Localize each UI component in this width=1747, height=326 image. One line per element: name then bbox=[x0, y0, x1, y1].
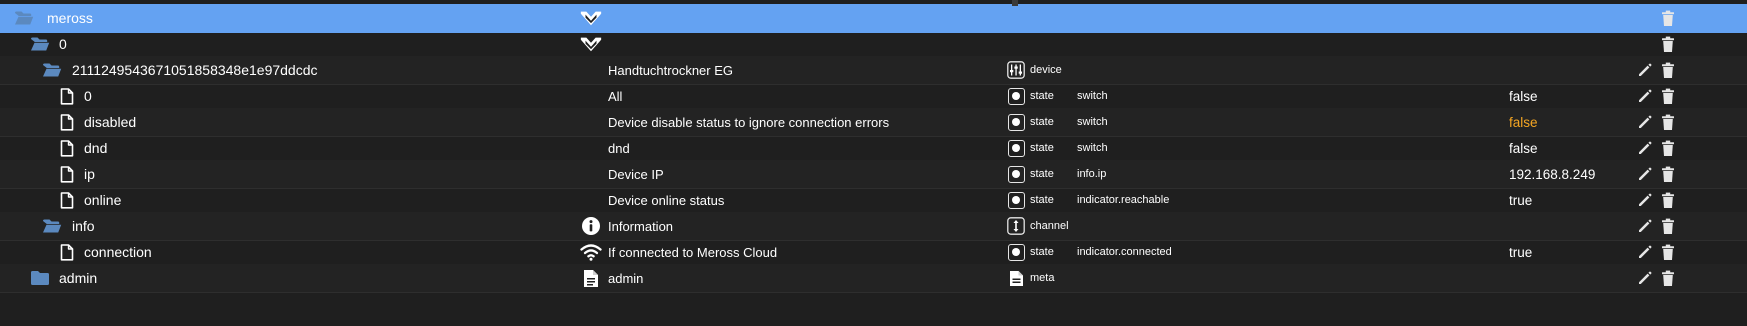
file-icon bbox=[60, 108, 80, 136]
channel-icon bbox=[1007, 212, 1025, 240]
object-name: admin bbox=[608, 270, 644, 286]
tree-row[interactable]: 0 All state switch false bbox=[0, 82, 1747, 111]
tree-row[interactable]: 0 bbox=[0, 30, 1747, 59]
object-id[interactable]: 0 bbox=[59, 30, 67, 58]
meross-logo-icon bbox=[580, 30, 602, 58]
object-type: device bbox=[1030, 64, 1062, 76]
object-id[interactable]: dnd bbox=[84, 134, 107, 162]
delete-trash-icon[interactable] bbox=[1659, 4, 1677, 32]
object-name: Handtuchtrockner EG bbox=[608, 62, 734, 78]
state-icon bbox=[1007, 160, 1025, 188]
object-value[interactable]: 192.168.8.249 bbox=[1509, 160, 1595, 188]
object-type: meta bbox=[1030, 272, 1055, 284]
delete-trash-icon[interactable] bbox=[1659, 160, 1677, 188]
edit-pencil-icon[interactable] bbox=[1636, 134, 1654, 162]
delete-trash-icon[interactable] bbox=[1659, 186, 1677, 214]
object-id[interactable]: info bbox=[72, 212, 95, 240]
object-id[interactable]: disabled bbox=[84, 108, 136, 136]
file-icon bbox=[60, 82, 80, 110]
object-type: state bbox=[1030, 90, 1054, 102]
object-name: Information bbox=[608, 218, 674, 234]
delete-trash-icon[interactable] bbox=[1659, 82, 1677, 110]
object-type: state bbox=[1030, 116, 1054, 128]
document-icon bbox=[580, 264, 602, 292]
object-type: state bbox=[1030, 246, 1054, 258]
object-value[interactable]: true bbox=[1509, 186, 1532, 214]
info-circle-icon bbox=[580, 212, 602, 240]
device-icon bbox=[1007, 56, 1025, 84]
wifi-icon bbox=[580, 238, 602, 266]
object-role: switch bbox=[1077, 90, 1108, 102]
object-value[interactable]: true bbox=[1509, 238, 1532, 266]
object-tree: meross 0 2111249543671051858348e1e97ddcdc H… bbox=[0, 0, 1747, 326]
object-name: Device disable status to ignore connecti… bbox=[608, 114, 890, 130]
object-type: state bbox=[1030, 168, 1054, 180]
object-name: All bbox=[608, 88, 623, 104]
file-icon bbox=[60, 238, 80, 266]
folder-open-icon[interactable] bbox=[30, 30, 50, 58]
edit-pencil-icon[interactable] bbox=[1636, 160, 1654, 188]
folder-open-icon[interactable] bbox=[42, 56, 62, 84]
delete-trash-icon[interactable] bbox=[1659, 212, 1677, 240]
object-id[interactable]: connection bbox=[84, 238, 152, 266]
object-role: switch bbox=[1077, 142, 1108, 154]
tree-row[interactable]: dnd dnd state switch false bbox=[0, 134, 1747, 163]
object-name: dnd bbox=[608, 140, 630, 156]
state-icon bbox=[1007, 134, 1025, 162]
tree-row[interactable]: 2111249543671051858348e1e97ddcdc Handtuch… bbox=[0, 56, 1747, 85]
object-type: state bbox=[1030, 194, 1054, 206]
file-icon bbox=[60, 186, 80, 214]
edit-pencil-icon[interactable] bbox=[1636, 56, 1654, 84]
state-icon bbox=[1007, 238, 1025, 266]
object-id[interactable]: admin bbox=[59, 264, 97, 292]
folder-icon[interactable] bbox=[30, 264, 50, 292]
tree-row[interactable]: online Device online status state indicator… bbox=[0, 186, 1747, 215]
delete-trash-icon[interactable] bbox=[1659, 30, 1677, 58]
object-name: If connected to Meross Cloud bbox=[608, 244, 778, 260]
tree-row[interactable]: ip Device IP state info.ip 192.168.8.249 bbox=[0, 160, 1747, 189]
object-value[interactable]: false bbox=[1509, 82, 1538, 110]
object-value[interactable]: false bbox=[1509, 108, 1538, 136]
object-role: indicator.connected bbox=[1077, 246, 1172, 258]
object-id[interactable]: meross bbox=[47, 4, 93, 32]
state-icon bbox=[1007, 108, 1025, 136]
meross-logo-icon bbox=[580, 4, 602, 32]
edit-pencil-icon[interactable] bbox=[1636, 238, 1654, 266]
object-id[interactable]: ip bbox=[84, 160, 95, 188]
edit-pencil-icon[interactable] bbox=[1636, 212, 1654, 240]
object-role: info.ip bbox=[1077, 168, 1107, 180]
state-icon bbox=[1007, 82, 1025, 110]
folder-open-icon[interactable] bbox=[42, 212, 62, 240]
object-type: channel bbox=[1030, 220, 1069, 232]
tree-row[interactable]: info Information channel bbox=[0, 212, 1747, 241]
column-grip bbox=[1012, 0, 1018, 6]
object-type: state bbox=[1030, 142, 1054, 154]
delete-trash-icon[interactable] bbox=[1659, 56, 1677, 84]
object-role: indicator.reachable bbox=[1077, 194, 1170, 206]
object-name: Device online status bbox=[608, 192, 725, 208]
edit-pencil-icon[interactable] bbox=[1636, 186, 1654, 214]
object-id[interactable]: 2111249543671051858348e1e97ddcdc bbox=[72, 56, 318, 84]
delete-trash-icon[interactable] bbox=[1659, 238, 1677, 266]
object-name: Device IP bbox=[608, 166, 664, 182]
edit-pencil-icon[interactable] bbox=[1636, 108, 1654, 136]
file-icon bbox=[60, 160, 80, 188]
object-id[interactable]: online bbox=[84, 186, 121, 214]
object-id[interactable]: 0 bbox=[84, 82, 92, 110]
object-role: switch bbox=[1077, 116, 1108, 128]
delete-trash-icon[interactable] bbox=[1659, 108, 1677, 136]
tree-row[interactable]: meross bbox=[0, 4, 1747, 33]
meta-icon bbox=[1007, 264, 1025, 292]
tree-row[interactable]: connection If connected to Meross Cloud st… bbox=[0, 238, 1747, 267]
tree-row[interactable]: admin admin meta bbox=[0, 264, 1747, 293]
file-icon bbox=[60, 134, 80, 162]
delete-trash-icon[interactable] bbox=[1659, 264, 1677, 292]
edit-pencil-icon[interactable] bbox=[1636, 82, 1654, 110]
folder-open-icon[interactable] bbox=[14, 4, 34, 32]
tree-row[interactable]: disabled Device disable status to ignore … bbox=[0, 108, 1747, 137]
object-value[interactable]: false bbox=[1509, 134, 1538, 162]
state-icon bbox=[1007, 186, 1025, 214]
edit-pencil-icon[interactable] bbox=[1636, 264, 1654, 292]
delete-trash-icon[interactable] bbox=[1659, 134, 1677, 162]
